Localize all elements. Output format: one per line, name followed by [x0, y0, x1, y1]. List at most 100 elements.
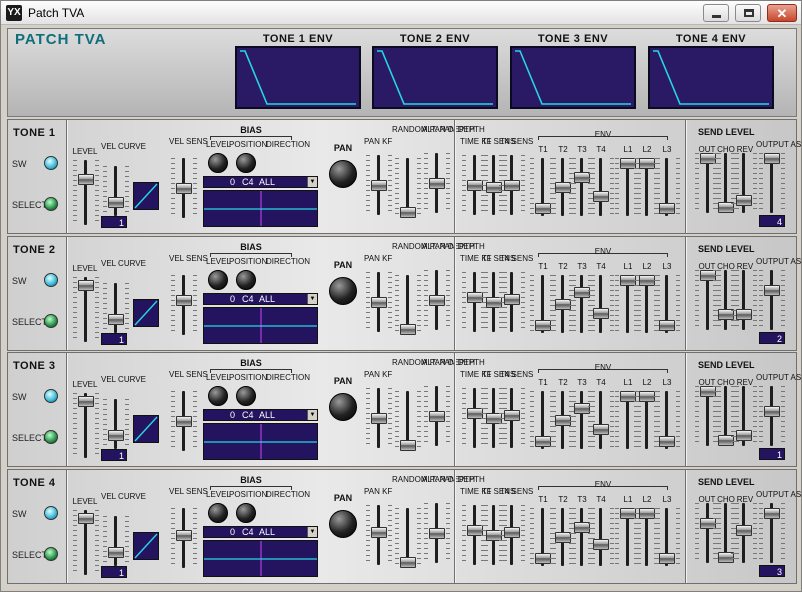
bias-dropdown-arrow[interactable]: ▼	[307, 294, 317, 304]
t4-fader[interactable]	[588, 508, 614, 566]
maximize-button[interactable]	[735, 4, 761, 22]
bias-select[interactable]: 0 C4 ALL ▼	[203, 293, 318, 305]
vel-sens-fader[interactable]	[171, 275, 197, 335]
t1-fader[interactable]	[530, 391, 556, 449]
rev-fader-knob[interactable]	[736, 195, 752, 206]
bias-level-knob[interactable]	[208, 386, 228, 406]
rev-fader-knob[interactable]	[736, 309, 752, 320]
alt-pan-fader[interactable]	[424, 503, 450, 563]
l2-fader[interactable]	[634, 158, 660, 216]
select-toggle[interactable]	[44, 314, 58, 328]
alt-pan-fader-knob[interactable]	[429, 295, 445, 306]
output-assign-fader[interactable]	[759, 503, 785, 563]
bias-select[interactable]: 0 C4 ALL ▼	[203, 409, 318, 421]
minimize-button[interactable]	[703, 4, 729, 22]
random-pan-fader[interactable]	[395, 275, 421, 335]
pan-knob[interactable]	[329, 393, 357, 421]
bias-position-knob[interactable]	[236, 503, 256, 523]
vel-curve-value[interactable]: 1	[101, 216, 127, 228]
level-fader[interactable]	[73, 160, 99, 225]
t1-fader-knob[interactable]	[535, 436, 551, 447]
select-toggle[interactable]	[44, 197, 58, 211]
vel-sens-fader[interactable]	[171, 508, 197, 568]
t4-sens-fader[interactable]	[499, 388, 525, 448]
rev-fader-knob[interactable]	[736, 430, 752, 441]
sw-toggle[interactable]	[44, 389, 58, 403]
output-assign-fader-knob[interactable]	[764, 153, 780, 164]
pan-kf-fader-knob[interactable]	[371, 180, 387, 191]
alt-pan-fader[interactable]	[424, 386, 450, 446]
t4-fader-knob[interactable]	[593, 424, 609, 435]
pan-knob[interactable]	[329, 160, 357, 188]
t4-fader-knob[interactable]	[593, 191, 609, 202]
pan-kf-fader[interactable]	[366, 155, 392, 215]
random-pan-fader-knob[interactable]	[400, 207, 416, 218]
alt-pan-fader-knob[interactable]	[429, 411, 445, 422]
t4-sens-fader[interactable]	[499, 272, 525, 332]
bias-level-knob[interactable]	[208, 270, 228, 290]
level-fader-knob[interactable]	[78, 174, 94, 185]
l3-fader[interactable]	[654, 275, 680, 333]
alt-pan-fader[interactable]	[424, 270, 450, 330]
output-assign-value[interactable]: 1	[759, 448, 785, 460]
rev-fader[interactable]	[731, 386, 757, 446]
level-fader[interactable]	[73, 393, 99, 458]
vel-curve-fader[interactable]	[103, 166, 129, 216]
sw-toggle[interactable]	[44, 273, 58, 287]
l2-fader-knob[interactable]	[639, 391, 655, 402]
t1-fader[interactable]	[530, 158, 556, 216]
rev-fader[interactable]	[731, 503, 757, 563]
l2-fader-knob[interactable]	[639, 508, 655, 519]
vel-curve-fader-knob[interactable]	[108, 430, 124, 441]
vel-sens-fader-knob[interactable]	[176, 295, 192, 306]
alt-pan-fader-knob[interactable]	[429, 528, 445, 539]
bias-position-knob[interactable]	[236, 386, 256, 406]
vel-curve-value[interactable]: 1	[101, 449, 127, 461]
sw-toggle[interactable]	[44, 156, 58, 170]
random-pan-fader[interactable]	[395, 508, 421, 568]
l3-fader[interactable]	[654, 508, 680, 566]
rev-fader[interactable]	[731, 270, 757, 330]
alt-pan-fader-knob[interactable]	[429, 178, 445, 189]
l2-fader[interactable]	[634, 275, 660, 333]
vel-curve-fader-knob[interactable]	[108, 314, 124, 325]
t4-sens-fader-knob[interactable]	[504, 527, 520, 538]
bias-dropdown-arrow[interactable]: ▼	[307, 527, 317, 537]
t4-fader-knob[interactable]	[593, 539, 609, 550]
rev-fader[interactable]	[731, 153, 757, 213]
bias-level-knob[interactable]	[208, 153, 228, 173]
l2-fader-knob[interactable]	[639, 275, 655, 286]
sw-toggle[interactable]	[44, 506, 58, 520]
vel-curve-fader-knob[interactable]	[108, 547, 124, 558]
l3-fader-knob[interactable]	[659, 553, 675, 564]
output-assign-fader-knob[interactable]	[764, 406, 780, 417]
random-pan-fader-knob[interactable]	[400, 557, 416, 568]
close-button[interactable]: ✕	[767, 4, 797, 22]
t1-fader-knob[interactable]	[535, 320, 551, 331]
t4-sens-fader-knob[interactable]	[504, 180, 520, 191]
bias-select[interactable]: 0 C4 ALL ▼	[203, 526, 318, 538]
vel-curve-fader[interactable]	[103, 399, 129, 449]
vel-sens-fader-knob[interactable]	[176, 183, 192, 194]
vel-curve-value[interactable]: 1	[101, 566, 127, 578]
t4-sens-fader[interactable]	[499, 155, 525, 215]
level-fader-knob[interactable]	[78, 280, 94, 291]
bias-select[interactable]: 0 C4 ALL ▼	[203, 176, 318, 188]
l2-fader[interactable]	[634, 508, 660, 566]
title-bar[interactable]: YX Patch TVA ✕	[1, 1, 801, 25]
bias-dropdown-arrow[interactable]: ▼	[307, 410, 317, 420]
vel-curve-fader[interactable]	[103, 516, 129, 566]
level-fader[interactable]	[73, 277, 99, 342]
t1-fader[interactable]	[530, 275, 556, 333]
output-assign-fader-knob[interactable]	[764, 508, 780, 519]
output-assign-fader[interactable]	[759, 153, 785, 213]
pan-kf-fader[interactable]	[366, 505, 392, 565]
select-toggle[interactable]	[44, 547, 58, 561]
l3-fader-knob[interactable]	[659, 320, 675, 331]
vel-sens-fader[interactable]	[171, 158, 197, 218]
t4-fader-knob[interactable]	[593, 308, 609, 319]
l3-fader-knob[interactable]	[659, 436, 675, 447]
pan-knob[interactable]	[329, 510, 357, 538]
bias-level-knob[interactable]	[208, 503, 228, 523]
pan-knob[interactable]	[329, 277, 357, 305]
